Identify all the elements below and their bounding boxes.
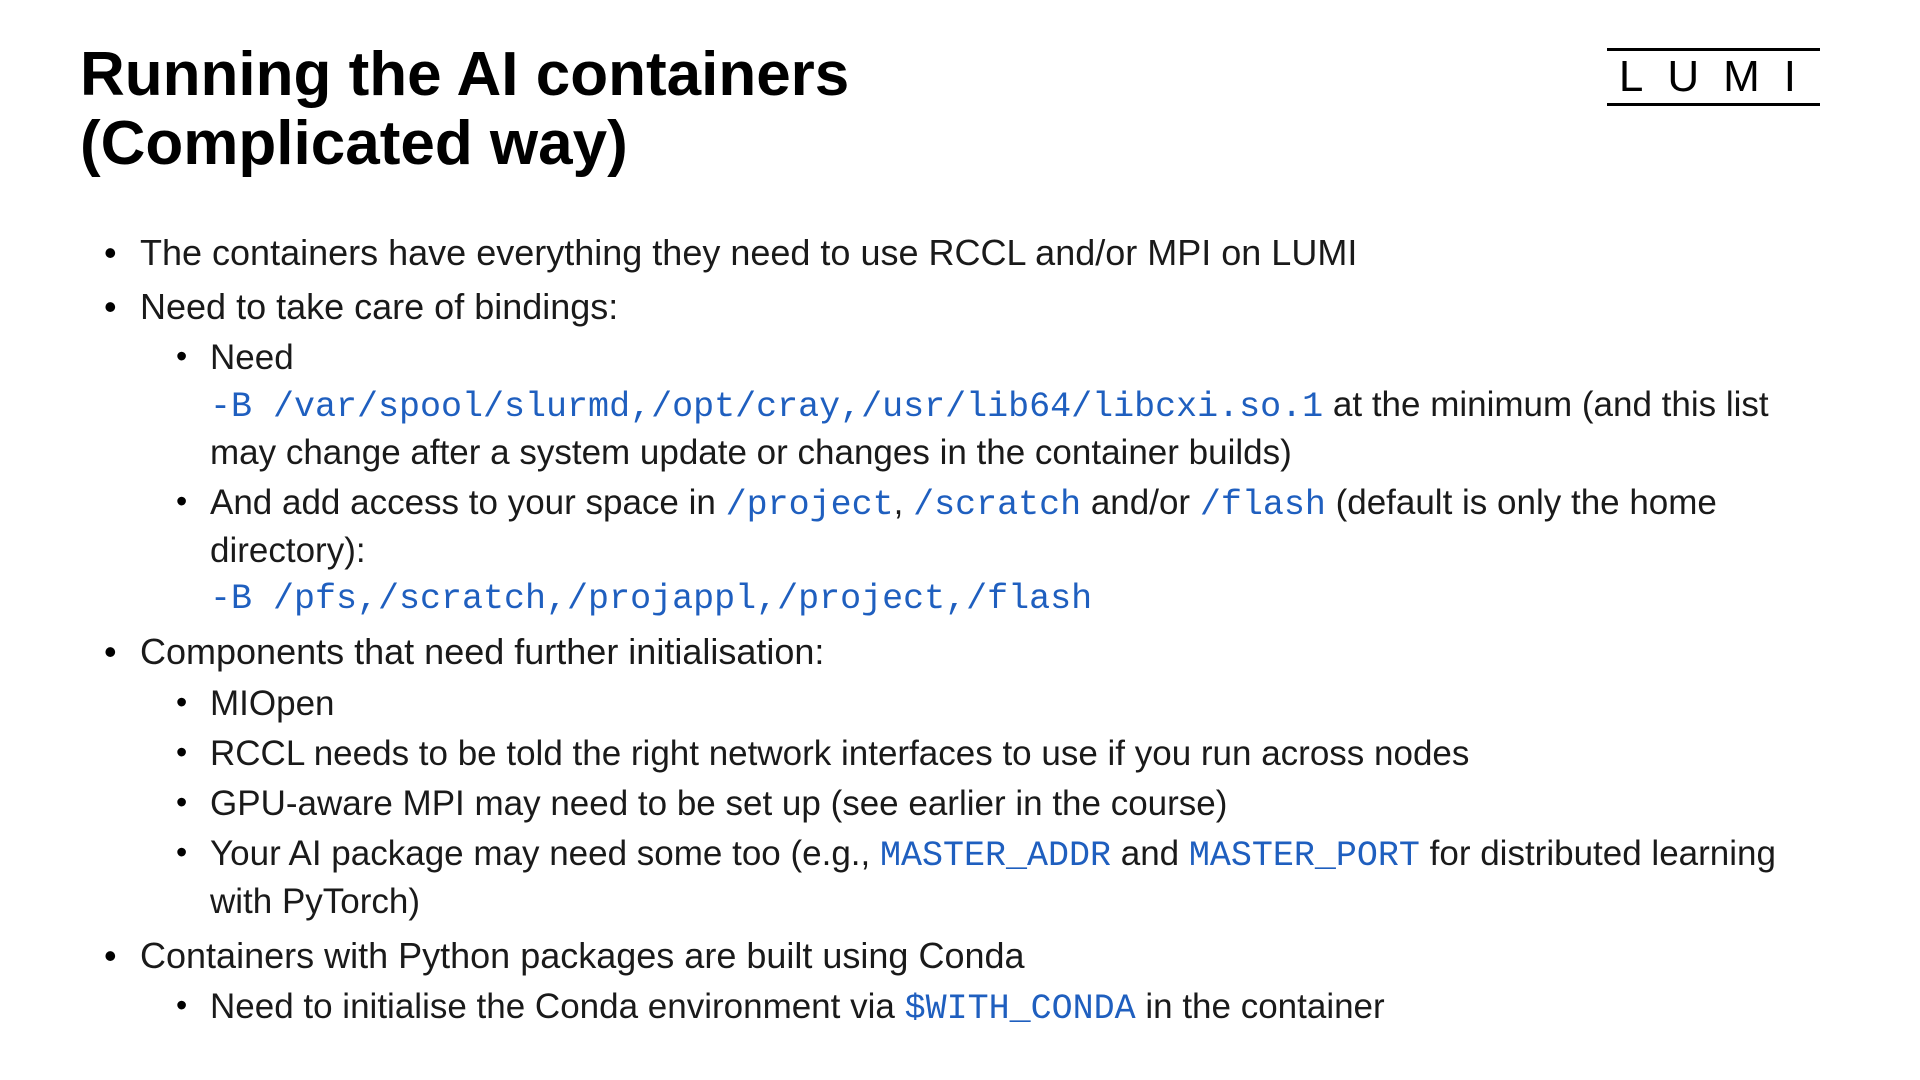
- bullet-list: The containers have everything they need…: [104, 229, 1840, 1032]
- code-with-conda: $WITH_CONDA: [905, 989, 1136, 1029]
- bullet-2: Need to take care of bindings: Need -B /…: [104, 283, 1840, 622]
- lumi-logo: LUMI: [1607, 48, 1820, 106]
- bullet-3-sub-4-a: Your AI package may need some too (e.g.,: [210, 834, 880, 873]
- bullet-2-sub-2: And add access to your space in /project…: [176, 480, 1840, 623]
- code-project: /project: [726, 485, 894, 525]
- bullet-2-sub-2-mid: and/or: [1081, 483, 1200, 522]
- bullet-2-sub-2-a: And add access to your space in: [210, 483, 726, 522]
- code-master-addr: MASTER_ADDR: [880, 836, 1111, 876]
- sep-comma-1: ,: [894, 483, 913, 522]
- bullet-2-sub-1-pre: Need: [210, 338, 294, 377]
- title-line-2: (Complicated way): [80, 109, 628, 178]
- bullet-2-sub-1-code: -B /var/spool/slurmd,/opt/cray,/usr/lib6…: [210, 387, 1323, 427]
- bullet-2-sub-1: Need -B /var/spool/slurmd,/opt/cray,/usr…: [176, 335, 1840, 476]
- bullet-2-text: Need to take care of bindings:: [140, 286, 618, 327]
- bullet-4-text: Containers with Python packages are buil…: [140, 935, 1025, 976]
- bullet-4-sub-1-a: Need to initialise the Conda environment…: [210, 987, 905, 1026]
- bullet-3: Components that need further initialisat…: [104, 628, 1840, 925]
- slide-title: Running the AI containers (Complicated w…: [80, 40, 1280, 179]
- bullet-3-sub-1-text: MIOpen: [210, 684, 335, 723]
- bullet-3-sublist: MIOpen RCCL needs to be told the right n…: [176, 681, 1840, 926]
- code-flash: /flash: [1200, 485, 1326, 525]
- bullet-2-sublist: Need -B /var/spool/slurmd,/opt/cray,/usr…: [176, 335, 1840, 622]
- code-master-port: MASTER_PORT: [1189, 836, 1420, 876]
- bullet-3-sub-4: Your AI package may need some too (e.g.,…: [176, 831, 1840, 925]
- bullet-3-sub-3-text: GPU-aware MPI may need to be set up (see…: [210, 784, 1227, 823]
- code-scratch: /scratch: [913, 485, 1081, 525]
- bullet-4: Containers with Python packages are buil…: [104, 932, 1840, 1032]
- bullet-3-sub-2: RCCL needs to be told the right network …: [176, 731, 1840, 777]
- bullet-3-sub-4-mid: and: [1111, 834, 1189, 873]
- bullet-4-sub-1: Need to initialise the Conda environment…: [176, 984, 1840, 1032]
- bullet-3-sub-3: GPU-aware MPI may need to be set up (see…: [176, 781, 1840, 827]
- bullet-2-sub-2-code: -B /pfs,/scratch,/projappl,/project,/fla…: [210, 579, 1092, 619]
- bullet-3-sub-1: MIOpen: [176, 681, 1840, 727]
- bullet-3-sub-2-text: RCCL needs to be told the right network …: [210, 734, 1469, 773]
- bullet-1-text: The containers have everything they need…: [140, 232, 1357, 273]
- bullet-4-sublist: Need to initialise the Conda environment…: [176, 984, 1840, 1032]
- bullet-4-sub-1-b: in the container: [1136, 987, 1385, 1026]
- title-line-1: Running the AI containers: [80, 40, 849, 109]
- slide: LUMI Running the AI containers (Complica…: [0, 0, 1920, 1080]
- bullet-3-text: Components that need further initialisat…: [140, 631, 824, 672]
- bullet-1: The containers have everything they need…: [104, 229, 1840, 277]
